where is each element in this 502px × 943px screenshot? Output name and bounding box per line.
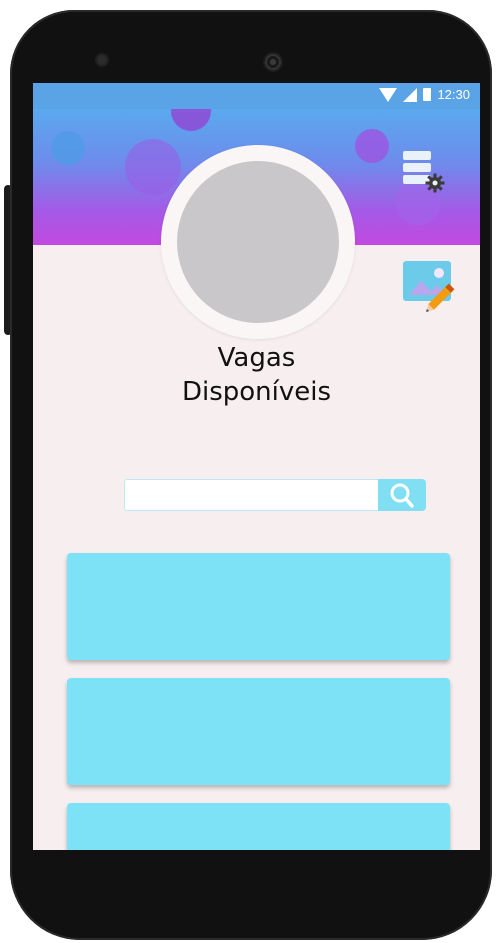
search-button[interactable] (378, 479, 426, 511)
status-time: 12:30 (437, 87, 470, 102)
gear-icon (425, 173, 445, 193)
page-title: Vagas Disponíveis (33, 341, 480, 409)
wifi-icon (379, 87, 398, 102)
search-input[interactable] (124, 479, 378, 511)
search-icon (390, 483, 414, 508)
job-card[interactable] (67, 553, 450, 660)
decorative-bubble (125, 139, 181, 195)
settings-menu-icon[interactable] (403, 151, 451, 199)
app-screen: 12:30 Vagas Disponíveis (33, 83, 480, 850)
job-card[interactable] (67, 803, 450, 850)
avatar[interactable] (177, 161, 339, 323)
status-bar: 12:30 (33, 83, 480, 109)
menu-bar (403, 151, 431, 160)
battery-icon (423, 88, 432, 101)
page-title-line-2: Disponíveis (181, 377, 332, 407)
edit-image-icon[interactable] (403, 261, 459, 313)
signal-icon (403, 87, 418, 102)
decorative-bubble (171, 109, 211, 131)
status-icons: 12:30 (379, 87, 470, 102)
page-title-line-1: Vagas (217, 343, 296, 373)
earpiece-speaker (263, 52, 283, 72)
decorative-bubble (51, 131, 85, 165)
front-camera (97, 55, 107, 65)
menu-bar (403, 163, 431, 172)
phone-bottom-bezel (33, 850, 480, 925)
search-bar (124, 479, 426, 515)
job-card[interactable] (67, 678, 450, 785)
decorative-bubble (355, 129, 389, 163)
avatar-frame[interactable] (161, 145, 355, 339)
